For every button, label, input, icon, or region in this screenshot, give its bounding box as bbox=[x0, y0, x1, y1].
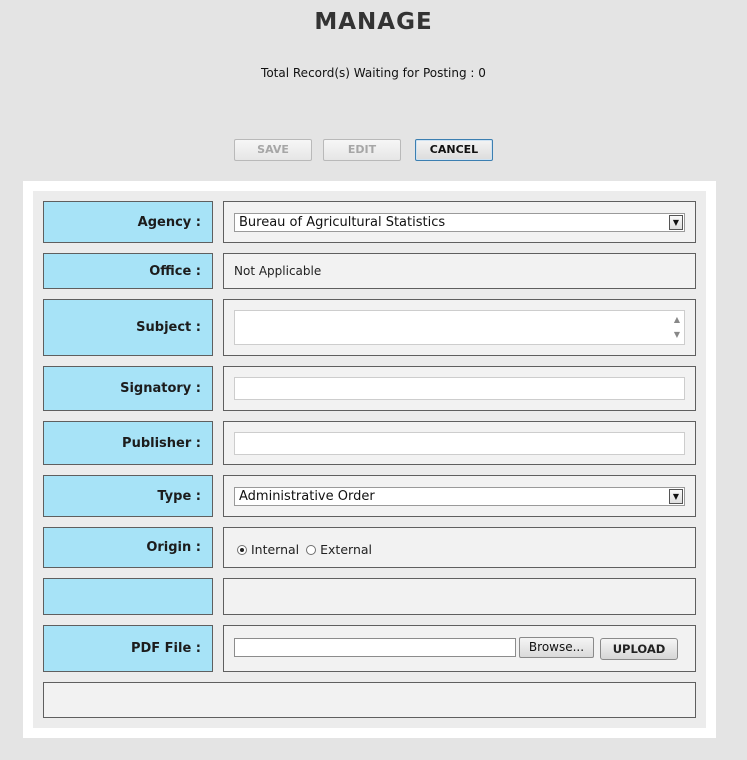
agency-select-value: Bureau of Agricultural Statistics bbox=[239, 215, 446, 230]
publisher-label: Publisher : bbox=[43, 421, 213, 465]
waiting-count-text: Total Record(s) Waiting for Posting : 0 bbox=[261, 66, 486, 80]
empty-cell bbox=[223, 578, 696, 615]
subject-cell: ▲ ▼ bbox=[223, 299, 696, 356]
signatory-cell bbox=[223, 366, 696, 411]
type-cell: Administrative Order ▼ bbox=[223, 475, 696, 517]
browse-button[interactable]: Browse... bbox=[519, 637, 594, 658]
chevron-down-icon[interactable]: ▼ bbox=[669, 215, 683, 230]
origin-cell: Internal External bbox=[223, 527, 696, 568]
save-button[interactable]: SAVE bbox=[234, 139, 312, 161]
pdf-file-cell: Browse... UPLOAD bbox=[223, 625, 696, 672]
type-select[interactable]: Administrative Order ▼ bbox=[234, 487, 685, 506]
agency-select[interactable]: Bureau of Agricultural Statistics ▼ bbox=[234, 213, 685, 232]
footer-row bbox=[43, 682, 696, 718]
edit-button[interactable]: EDIT bbox=[323, 139, 401, 161]
publisher-input[interactable] bbox=[234, 432, 685, 455]
office-cell: Not Applicable bbox=[223, 253, 696, 289]
scroll-up-icon[interactable]: ▲ bbox=[670, 315, 684, 324]
office-value: Not Applicable bbox=[234, 264, 322, 278]
signatory-input[interactable] bbox=[234, 377, 685, 400]
office-label: Office : bbox=[43, 253, 213, 289]
chevron-down-icon[interactable]: ▼ bbox=[669, 489, 683, 504]
origin-label: Origin : bbox=[43, 527, 213, 568]
type-label: Type : bbox=[43, 475, 213, 517]
signatory-label: Signatory : bbox=[43, 366, 213, 411]
scroll-down-icon[interactable]: ▼ bbox=[670, 330, 684, 339]
cancel-button[interactable]: CANCEL bbox=[415, 139, 493, 161]
subject-scrollbar[interactable]: ▲ ▼ bbox=[670, 311, 684, 344]
origin-internal-radio[interactable] bbox=[237, 545, 247, 555]
origin-external-radio[interactable] bbox=[306, 545, 317, 555]
upload-button[interactable]: UPLOAD bbox=[600, 638, 678, 660]
type-select-value: Administrative Order bbox=[239, 489, 375, 504]
pdf-file-label: PDF File : bbox=[43, 625, 213, 672]
empty-label bbox=[43, 578, 213, 615]
agency-label: Agency : bbox=[43, 201, 213, 243]
subject-label: Subject : bbox=[43, 299, 213, 356]
agency-cell: Bureau of Agricultural Statistics ▼ bbox=[223, 201, 696, 243]
origin-external-label[interactable]: External bbox=[320, 542, 372, 557]
origin-internal-label[interactable]: Internal bbox=[251, 542, 299, 557]
pdf-file-path-input[interactable] bbox=[234, 638, 516, 657]
publisher-cell bbox=[223, 421, 696, 465]
page-title: MANAGE bbox=[314, 9, 433, 35]
subject-textarea[interactable]: ▲ ▼ bbox=[234, 310, 685, 345]
